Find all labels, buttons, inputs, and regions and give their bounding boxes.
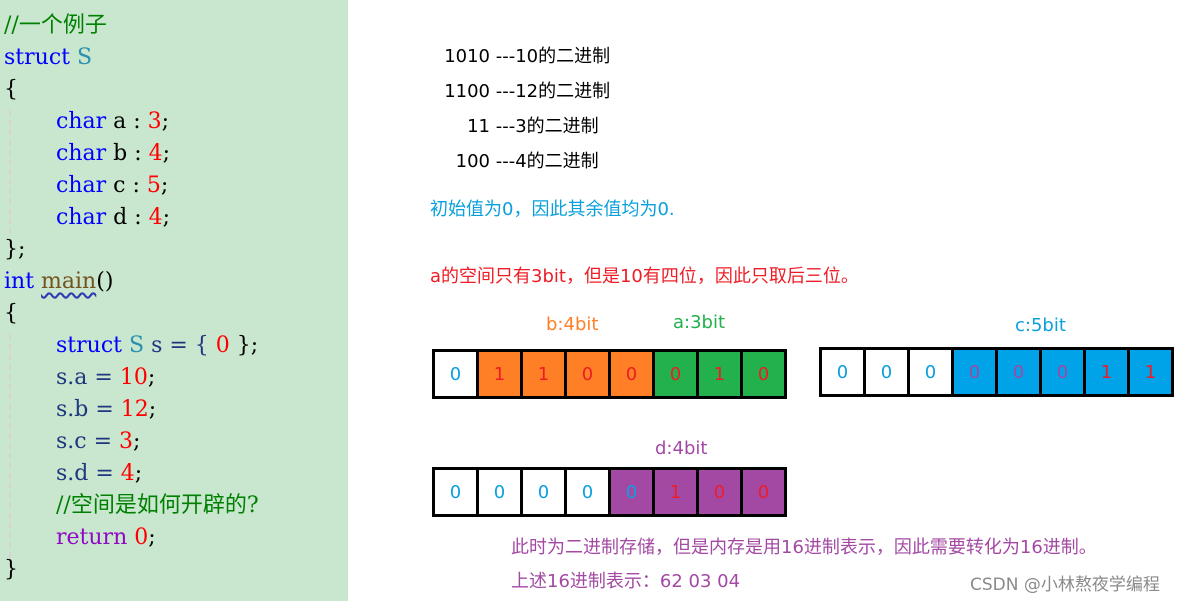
code-line-field-c: char c : 5; bbox=[56, 173, 169, 198]
bit-cell: 1 bbox=[523, 352, 564, 396]
code-line-assign-a: s.a = 10; bbox=[56, 365, 156, 390]
label-a-3bit: a:3bit bbox=[673, 312, 726, 333]
bit-cell: 0 bbox=[998, 350, 1039, 394]
label-b-4bit: b:4bit bbox=[546, 314, 599, 335]
byte-3-bits: 00000100 bbox=[432, 467, 787, 517]
bit-cell: 0 bbox=[435, 352, 476, 396]
code-line-open-brace: { bbox=[4, 301, 18, 326]
bit-cell: 0 bbox=[866, 350, 907, 394]
code-line-close-main: } bbox=[4, 557, 18, 582]
storage-note: 此时为二进制存储，但是内存是用16进制表示，因此需要转化为16进制。 bbox=[511, 537, 1097, 558]
byte-2-bits: 00000011 bbox=[819, 347, 1174, 397]
code-line-struct-init: struct S s = { 0 }; bbox=[56, 333, 259, 358]
code-line-struct-decl: struct S bbox=[4, 45, 93, 70]
bit-cell: 0 bbox=[699, 470, 740, 514]
init-note: 初始值为0，因此其余值均为0. bbox=[430, 199, 675, 220]
code-line-assign-b: s.b = 12; bbox=[56, 397, 157, 422]
bit-cell: 0 bbox=[1042, 350, 1083, 394]
code-line-assign-d: s.d = 4; bbox=[56, 461, 143, 486]
bit-cell: 0 bbox=[611, 352, 652, 396]
bit-cell: 0 bbox=[611, 470, 652, 514]
bit-cell: 0 bbox=[743, 352, 784, 396]
bit-cell: 0 bbox=[910, 350, 951, 394]
bit-cell: 0 bbox=[743, 470, 784, 514]
binary-row-3: 11 ---3的二进制 bbox=[467, 116, 599, 137]
byte-1-bits: 01100010 bbox=[432, 349, 787, 399]
bit-cell: 0 bbox=[954, 350, 995, 394]
code-line-main-decl: int main() bbox=[4, 269, 114, 294]
bit-cell: 0 bbox=[567, 352, 608, 396]
bit-cell: 0 bbox=[567, 470, 608, 514]
code-line-comment: //一个例子 bbox=[4, 13, 107, 38]
label-d-4bit: d:4bit bbox=[655, 438, 708, 459]
bit-cell: 0 bbox=[822, 350, 863, 394]
bit-cell: 0 bbox=[479, 470, 520, 514]
bit-cell: 1 bbox=[479, 352, 520, 396]
code-line-assign-c: s.c = 3; bbox=[56, 429, 141, 454]
a-truncation-note: a的空间只有3bit，但是10有四位，因此只取后三位。 bbox=[430, 266, 859, 287]
code-editor-panel: //一个例子 struct S { char a : 3; char b : 4… bbox=[0, 0, 348, 601]
hex-result-note: 上述16进制表示：62 03 04 bbox=[511, 571, 741, 592]
bit-cell: 0 bbox=[523, 470, 564, 514]
code-line-field-b: char b : 4; bbox=[56, 141, 171, 166]
code-line-field-d: char d : 4; bbox=[56, 205, 171, 230]
bit-cell: 0 bbox=[655, 352, 696, 396]
code-line-field-a: char a : 3; bbox=[56, 109, 170, 134]
bit-cell: 1 bbox=[1130, 350, 1171, 394]
code-line-open-brace: { bbox=[4, 77, 18, 102]
label-c-5bit: c:5bit bbox=[1015, 315, 1066, 336]
code-line-comment-question: //空间是如何开辟的? bbox=[56, 493, 259, 518]
binary-row-12: 1100 ---12的二进制 bbox=[444, 81, 611, 102]
bit-cell: 1 bbox=[655, 470, 696, 514]
code-line-close-struct: }; bbox=[4, 237, 26, 262]
csdn-watermark: CSDN @小林熬夜学编程 bbox=[970, 575, 1160, 595]
binary-row-10: 1010 ---10的二进制 bbox=[444, 46, 611, 67]
bit-cell: 0 bbox=[435, 470, 476, 514]
binary-row-4: 100 ---4的二进制 bbox=[455, 151, 599, 172]
bit-cell: 1 bbox=[1086, 350, 1127, 394]
code-line-return: return 0; bbox=[56, 525, 156, 550]
bit-cell: 1 bbox=[699, 352, 740, 396]
